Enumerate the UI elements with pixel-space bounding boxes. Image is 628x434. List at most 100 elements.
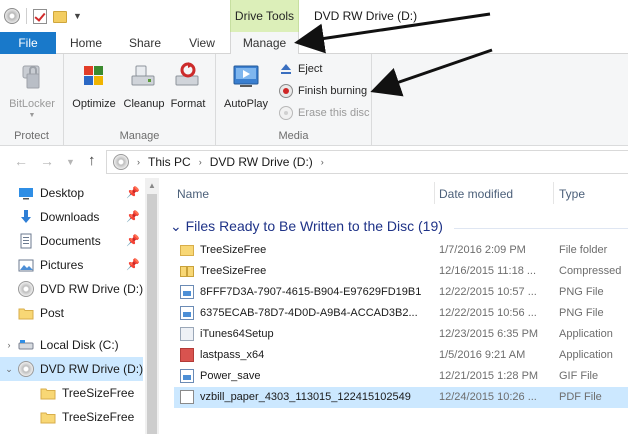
bitlocker-label: BitLocker xyxy=(9,98,55,110)
optimize-icon xyxy=(84,66,103,85)
properties-icon[interactable] xyxy=(33,8,47,24)
nav-pane-scrollbar[interactable]: ▲ xyxy=(145,178,159,434)
column-header-date[interactable]: Date modified xyxy=(439,187,513,201)
column-header-type[interactable]: Type xyxy=(559,187,585,201)
new-folder-icon[interactable] xyxy=(53,11,67,23)
file-row[interactable]: TreeSizeFree 12/16/2015 11:18 ... Compre… xyxy=(174,261,628,282)
cleanup-icon xyxy=(131,65,155,86)
file-row[interactable]: 6375ECAB-78D7-4D0D-A9B4-ACCAD3B2... 12/2… xyxy=(174,303,628,324)
column-divider[interactable] xyxy=(553,182,554,204)
file-row[interactable]: Power_save 12/21/2015 1:28 PM GIF File xyxy=(174,366,628,387)
protect-group-label: Protect xyxy=(14,130,49,142)
chevron-right-icon[interactable]: › xyxy=(137,157,140,167)
autoplay-label: AutoPlay xyxy=(223,98,269,110)
file-name: vzbill_paper_4303_113015_122415102549 xyxy=(200,391,411,403)
file-type: Application xyxy=(559,328,613,340)
zip-icon xyxy=(180,266,194,277)
address-bar[interactable]: › This PC › DVD RW Drive (D:) › xyxy=(106,150,628,174)
nav-item-treesizefree-folder[interactable]: TreeSizeFree xyxy=(0,381,143,405)
customize-qat-icon[interactable]: ▼ xyxy=(73,11,82,21)
scrollbar-thumb[interactable] xyxy=(147,194,157,434)
finish-burning-button[interactable]: Finish burning xyxy=(278,81,367,101)
nav-item-label: Downloads xyxy=(40,210,100,224)
nav-item-label: TreeSizeFree xyxy=(62,386,135,400)
file-row-selected[interactable]: vzbill_paper_4303_113015_122415102549 12… xyxy=(174,387,628,408)
file-date: 12/21/2015 1:28 PM xyxy=(439,370,539,382)
nav-item-label: Local Disk (C:) xyxy=(40,338,119,352)
folder-icon xyxy=(40,388,56,400)
tab-file[interactable]: File xyxy=(0,32,56,54)
manage-group-label: Manage xyxy=(119,130,160,142)
nav-item-dvd-drive[interactable]: ⌄ DVD RW Drive (D:) xyxy=(0,357,143,381)
file-row[interactable]: lastpass_x64 1/5/2016 9:21 AM Applicatio… xyxy=(174,345,628,366)
desktop-icon xyxy=(19,188,33,200)
scroll-up-icon[interactable]: ▲ xyxy=(145,181,159,190)
nav-item-local-disk[interactable]: › Local Disk (C:) xyxy=(0,333,143,357)
navigation-bar: ← → ▼ ↑ › This PC › DVD RW Drive (D:) › xyxy=(0,146,628,178)
file-list: Name Date modified Type ⌄ Files Ready to… xyxy=(164,178,628,434)
file-type: PNG File xyxy=(559,307,604,319)
disc-icon xyxy=(113,154,129,170)
erase-disc-icon xyxy=(279,106,293,120)
file-row[interactable]: 8FFF7D3A-7907-4615-B904-E97629FD19B1 12/… xyxy=(174,282,628,303)
nav-item-label: DVD RW Drive (D:) xyxy=(40,362,143,376)
chevron-down-icon[interactable]: ⌄ xyxy=(0,364,18,375)
nav-item-treesizefree-zip[interactable]: TreeSizeFree xyxy=(0,405,143,429)
erase-disc-button[interactable]: Erase this disc xyxy=(278,103,370,123)
chevron-down-icon[interactable]: ⌄ xyxy=(170,218,182,234)
pdf-icon xyxy=(180,390,194,404)
window-title: DVD RW Drive (D:) xyxy=(314,9,418,23)
tab-share[interactable]: Share xyxy=(120,32,170,54)
app-icon xyxy=(180,327,194,341)
nav-item-post[interactable]: Post xyxy=(0,301,143,325)
nav-item-downloads[interactable]: Downloads 📌 xyxy=(0,205,143,229)
autoplay-button[interactable]: AutoPlay xyxy=(220,58,272,116)
breadcrumb-this-pc[interactable]: This PC xyxy=(148,155,191,169)
media-group: AutoPlay Eject Finish burning Erase this… xyxy=(216,54,372,146)
forward-arrow-icon[interactable]: → xyxy=(40,153,54,169)
folder-icon xyxy=(180,245,194,256)
file-type: Compressed xyxy=(559,265,622,277)
group-header[interactable]: ⌄ Files Ready to Be Written to the Disc … xyxy=(170,218,443,235)
file-name: iTunes64Setup xyxy=(200,328,274,340)
pictures-icon xyxy=(18,259,34,272)
nav-item-desktop[interactable]: Desktop 📌 xyxy=(0,181,143,205)
nav-item-documents[interactable]: Documents 📌 xyxy=(0,229,143,253)
pin-icon[interactable]: 📌 xyxy=(126,210,140,223)
recent-locations-icon[interactable]: ▼ xyxy=(66,157,75,167)
column-header-name[interactable]: Name xyxy=(177,187,209,201)
chevron-right-icon[interactable]: › xyxy=(321,157,324,167)
format-button[interactable]: Format xyxy=(162,58,214,116)
file-row[interactable]: TreeSizeFree 1/7/2016 2:09 PM File folde… xyxy=(174,240,628,261)
eject-button[interactable]: Eject xyxy=(278,59,322,79)
erase-disc-label: Erase this disc xyxy=(298,107,370,119)
file-date: 12/24/2015 10:26 ... xyxy=(439,391,537,403)
file-row[interactable]: iTunes64Setup 12/23/2015 6:35 PM Applica… xyxy=(174,324,628,345)
manage-group: Optimize Cleanup Format Manage xyxy=(64,54,216,146)
file-type: File folder xyxy=(559,244,608,256)
bitlocker-button[interactable]: BitLocker ▼ xyxy=(6,58,58,119)
pin-icon[interactable]: 📌 xyxy=(126,258,140,271)
tab-home[interactable]: Home xyxy=(62,32,110,54)
chevron-right-icon[interactable]: › xyxy=(0,340,18,350)
nav-item-dvd-drive-quick[interactable]: DVD RW Drive (D:) xyxy=(0,277,143,301)
quick-access-toolbar: ▼ xyxy=(4,6,82,26)
pin-icon[interactable]: 📌 xyxy=(126,186,140,199)
disc-icon xyxy=(18,281,34,297)
nav-item-label: Pictures xyxy=(40,258,84,272)
nav-item-pictures[interactable]: Pictures 📌 xyxy=(0,253,143,277)
media-small-buttons: Eject Finish burning Erase this disc xyxy=(272,58,372,120)
column-divider[interactable] xyxy=(434,182,435,204)
file-date: 12/22/2015 10:57 ... xyxy=(439,286,537,298)
back-arrow-icon[interactable]: ← xyxy=(14,153,28,169)
pin-icon[interactable]: 📌 xyxy=(126,234,140,247)
documents-icon xyxy=(20,233,32,249)
up-arrow-icon[interactable]: ↑ xyxy=(88,152,96,169)
chevron-right-icon[interactable]: › xyxy=(199,157,202,167)
tab-manage[interactable]: Manage xyxy=(230,32,299,55)
tab-view[interactable]: View xyxy=(180,32,224,54)
breadcrumb-dvd-drive[interactable]: DVD RW Drive (D:) xyxy=(210,155,313,169)
file-type: PDF File xyxy=(559,391,602,403)
file-type: GIF File xyxy=(559,370,599,382)
drive-icon xyxy=(18,340,34,350)
